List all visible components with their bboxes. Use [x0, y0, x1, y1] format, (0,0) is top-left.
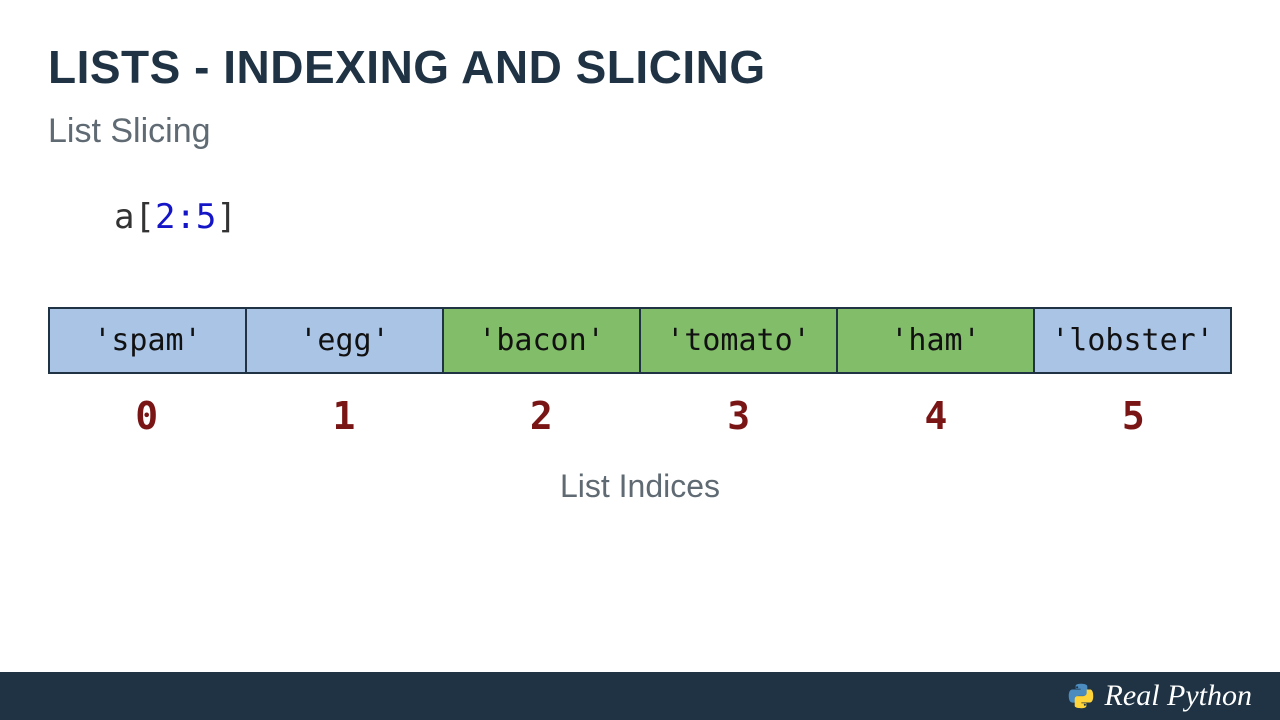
- brand: Real Python: [1067, 679, 1252, 713]
- list-cell: 'tomato': [641, 307, 838, 374]
- code-close-bracket: ]: [216, 197, 236, 237]
- code-slice-arg: 2:5: [155, 197, 216, 237]
- code-open-bracket: [: [134, 197, 154, 237]
- index-label: 5: [1035, 394, 1232, 438]
- index-label: 4: [837, 394, 1034, 438]
- list-cell: 'egg': [247, 307, 444, 374]
- code-var: a: [114, 197, 134, 237]
- list-cell: 'bacon': [444, 307, 641, 374]
- footer-bar: Real Python: [0, 672, 1280, 720]
- list-cell: 'spam': [48, 307, 247, 374]
- index-label: 1: [245, 394, 442, 438]
- index-label: 2: [443, 394, 640, 438]
- list-cells-row: 'spam''egg''bacon''tomato''ham''lobster': [48, 307, 1232, 374]
- list-indices-row: 012345: [48, 394, 1232, 438]
- subtitle: List Slicing: [48, 112, 1232, 151]
- index-label: 3: [640, 394, 837, 438]
- index-label: 0: [48, 394, 245, 438]
- list-cell: 'ham': [838, 307, 1035, 374]
- slice-expression: a[2:5]: [114, 197, 1232, 237]
- python-logo-icon: [1067, 682, 1095, 710]
- brand-text: Real Python: [1105, 679, 1252, 713]
- page-title: LISTS - INDEXING AND SLICING: [48, 40, 1232, 94]
- list-cell: 'lobster': [1035, 307, 1232, 374]
- indices-caption: List Indices: [48, 468, 1232, 505]
